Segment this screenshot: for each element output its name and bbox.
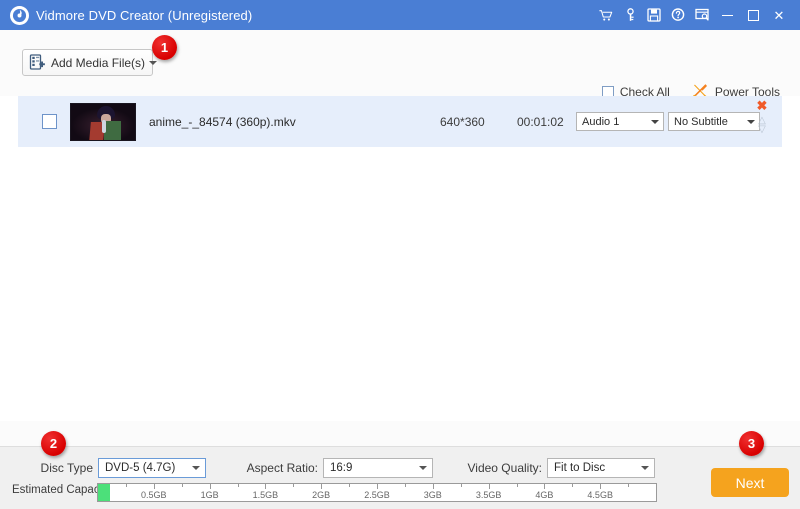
capacity-tick-minor bbox=[126, 484, 127, 487]
aspect-ratio-select[interactable]: 16:9 bbox=[323, 458, 433, 478]
help-icon[interactable] bbox=[667, 4, 689, 26]
maximize-glyph bbox=[748, 10, 759, 21]
subtitle-select[interactable]: No Subtitle bbox=[668, 112, 760, 131]
capacity-tick-minor bbox=[461, 484, 462, 487]
capacity-tick-minor bbox=[572, 484, 573, 487]
step-badge-3: 3 bbox=[739, 431, 764, 456]
capacity-mark-label: 3GB bbox=[424, 490, 442, 500]
capacity-tick bbox=[154, 484, 155, 489]
capacity-tick bbox=[600, 484, 601, 489]
capacity-tick bbox=[433, 484, 434, 489]
media-file-list: anime_-_84574 (360p).mkv 640*360 00:01:0… bbox=[0, 96, 800, 421]
capacity-tick bbox=[265, 484, 266, 489]
step-badge-1: 1 bbox=[152, 35, 177, 60]
video-quality-select[interactable]: Fit to Disc bbox=[547, 458, 655, 478]
chevron-down-icon bbox=[149, 61, 157, 65]
capacity-tick bbox=[321, 484, 322, 489]
minimize-button[interactable] bbox=[715, 4, 739, 26]
capacity-mark-label: 1.5GB bbox=[253, 490, 279, 500]
aspect-ratio-value: 16:9 bbox=[330, 462, 415, 474]
capacity-tick-minor bbox=[182, 484, 183, 487]
step-badge-2: 2 bbox=[41, 431, 66, 456]
row-actions: ✖ △ ▽ bbox=[751, 100, 773, 134]
audio-track-select[interactable]: Audio 1 bbox=[576, 112, 664, 131]
capacity-tick bbox=[210, 484, 211, 489]
video-quality-value: Fit to Disc bbox=[554, 462, 637, 474]
remove-file-icon[interactable]: ✖ bbox=[757, 100, 768, 112]
maximize-button[interactable] bbox=[741, 4, 765, 26]
bottom-panel: Disc Type DVD-5 (4.7G) Aspect Ratio: 16:… bbox=[0, 446, 800, 509]
table-row[interactable]: anime_-_84574 (360p).mkv 640*360 00:01:0… bbox=[18, 96, 782, 147]
add-media-button[interactable]: Add Media File(s) bbox=[22, 49, 153, 76]
file-resolution: 640*360 bbox=[440, 115, 485, 129]
capacity-mark-label: 2.5GB bbox=[364, 490, 390, 500]
title-bar-left: Vidmore DVD Creator (Unregistered) bbox=[0, 6, 595, 25]
capacity-tick-minor bbox=[349, 484, 350, 487]
subtitle-value: No Subtitle bbox=[674, 116, 743, 128]
title-bar: Vidmore DVD Creator (Unregistered) bbox=[0, 0, 800, 30]
capacity-tick bbox=[489, 484, 490, 489]
app-title: Vidmore DVD Creator (Unregistered) bbox=[36, 8, 252, 23]
capacity-mark-label: 4.5GB bbox=[587, 490, 613, 500]
next-button[interactable]: Next bbox=[711, 468, 789, 497]
cart-icon[interactable] bbox=[595, 4, 617, 26]
capacity-mark-label: 4GB bbox=[535, 490, 553, 500]
feedback-icon[interactable] bbox=[691, 4, 713, 26]
close-button[interactable]: ✕ bbox=[767, 4, 791, 26]
toolbar: Add Media File(s) Check All Power Tools bbox=[0, 30, 800, 96]
capacity-mark-label: 0.5GB bbox=[141, 490, 167, 500]
settings-row: Disc Type DVD-5 (4.7G) Aspect Ratio: 16:… bbox=[0, 457, 800, 479]
capacity-tick-minor bbox=[238, 484, 239, 487]
capacity-mark-label: 2GB bbox=[312, 490, 330, 500]
capacity-tick bbox=[377, 484, 378, 489]
video-quality-label: Video Quality: bbox=[420, 457, 542, 479]
save-icon[interactable] bbox=[643, 4, 665, 26]
capacity-tick-minor bbox=[517, 484, 518, 487]
video-thumbnail bbox=[70, 103, 136, 141]
key-icon[interactable] bbox=[619, 4, 641, 26]
app-window: Vidmore DVD Creator (Unregistered) bbox=[0, 0, 800, 509]
capacity-mark-label: 3.5GB bbox=[476, 490, 502, 500]
estimated-capacity-bar: 0.5GB 1GB 1.5GB 2GB 2.5GB 3GB 3.5GB 4GB 4.5GB bbox=[97, 483, 657, 502]
chevron-down-icon bbox=[641, 466, 649, 470]
capacity-tick-minor bbox=[293, 484, 294, 487]
capacity-fill bbox=[98, 484, 110, 501]
row-checkbox[interactable] bbox=[42, 114, 57, 129]
add-media-label: Add Media File(s) bbox=[51, 56, 145, 70]
title-bar-right: ✕ bbox=[595, 4, 800, 26]
chevron-down-icon[interactable]: ▽ bbox=[758, 125, 766, 134]
flame-disc-logo-icon bbox=[10, 6, 29, 25]
aspect-ratio-label: Aspect Ratio: bbox=[190, 457, 318, 479]
disc-type-value: DVD-5 (4.7G) bbox=[105, 462, 188, 474]
audio-track-value: Audio 1 bbox=[582, 116, 647, 128]
capacity-tick bbox=[544, 484, 545, 489]
capacity-mark-label: 1GB bbox=[201, 490, 219, 500]
file-duration: 00:01:02 bbox=[517, 115, 564, 129]
minimize-glyph bbox=[722, 15, 733, 16]
chevron-down-icon bbox=[651, 120, 659, 124]
file-name: anime_-_84574 (360p).mkv bbox=[149, 115, 296, 129]
disc-type-label: Disc Type bbox=[13, 457, 93, 479]
capacity-tick-minor bbox=[628, 484, 629, 487]
add-media-icon bbox=[29, 54, 46, 71]
capacity-tick-minor bbox=[405, 484, 406, 487]
